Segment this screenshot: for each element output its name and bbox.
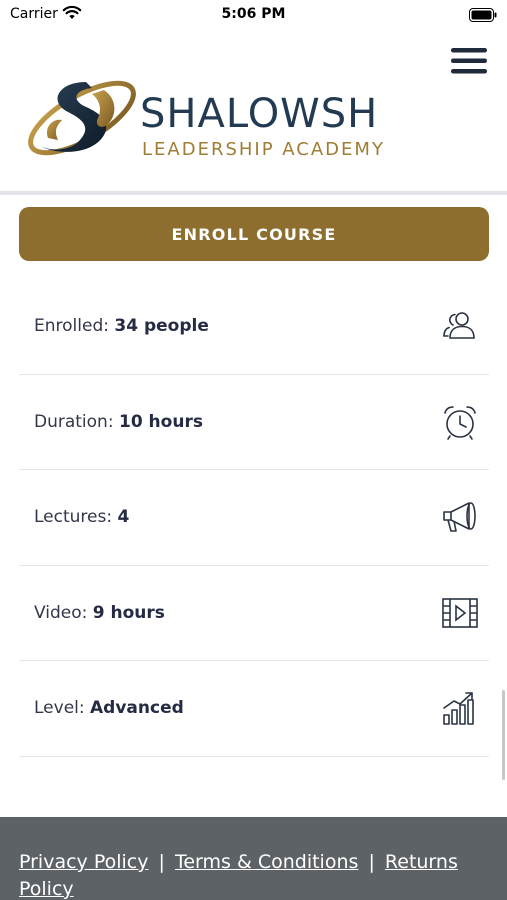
academy-logo-icon[interactable] xyxy=(18,68,146,164)
info-text: Enrolled: 34 people xyxy=(34,316,209,336)
terms-conditions-link[interactable]: Terms & Conditions xyxy=(175,851,358,873)
app-header: SHALOWSH LEADERSHIP ACADEMY xyxy=(0,30,507,192)
info-text: Lectures: 4 xyxy=(34,507,129,527)
footer-separator: | xyxy=(368,851,375,873)
people-icon xyxy=(441,307,479,345)
footer: Privacy Policy | Terms & Conditions | Re… xyxy=(0,817,507,900)
info-label: Enrolled: xyxy=(34,316,109,337)
info-row-level: Level: Advanced xyxy=(19,661,489,757)
info-text: Video: 9 hours xyxy=(34,603,165,623)
bar-chart-growth-icon xyxy=(441,689,479,727)
privacy-policy-link[interactable]: Privacy Policy xyxy=(19,851,148,873)
status-bar: Carrier 5:06 PM xyxy=(0,0,507,30)
info-row-video: Video: 9 hours xyxy=(19,566,489,661)
info-value: 9 hours xyxy=(92,602,165,623)
info-label: Video: xyxy=(34,602,88,623)
info-row-lectures: Lectures: 4 xyxy=(19,470,489,566)
enroll-course-button[interactable]: ENROLL COURSE xyxy=(19,207,489,261)
info-text: Level: Advanced xyxy=(34,698,184,718)
info-text: Duration: 10 hours xyxy=(34,412,203,432)
alarm-clock-icon xyxy=(441,403,479,441)
status-time: 5:06 PM xyxy=(221,6,286,22)
footer-separator: | xyxy=(158,851,165,873)
info-value: 34 people xyxy=(114,316,209,337)
megaphone-icon xyxy=(441,498,479,536)
info-label: Lectures: xyxy=(34,507,113,528)
course-info-list: Enrolled: 34 people Duration: 10 hours L… xyxy=(19,279,489,757)
footer-links: Privacy Policy | Terms & Conditions | Re… xyxy=(19,849,487,900)
info-row-enrolled: Enrolled: 34 people xyxy=(19,279,489,375)
video-film-icon xyxy=(441,594,479,632)
info-value: 10 hours xyxy=(118,411,203,432)
hamburger-menu-icon[interactable] xyxy=(451,46,487,76)
info-row-duration: Duration: 10 hours xyxy=(19,375,489,470)
info-value: Advanced xyxy=(90,698,184,719)
info-label: Level: xyxy=(34,698,85,719)
battery-icon xyxy=(469,7,497,22)
scroll-indicator[interactable] xyxy=(502,690,505,780)
header-divider xyxy=(0,191,507,195)
logo-title: SHALOWSH xyxy=(140,91,379,137)
info-label: Duration: xyxy=(34,411,114,432)
info-value: 4 xyxy=(117,507,130,528)
logo-subtitle: LEADERSHIP ACADEMY xyxy=(142,139,385,160)
